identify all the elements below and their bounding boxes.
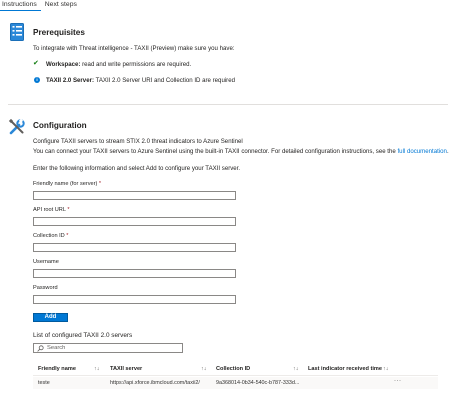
prereq-workspace-text: read and write permissions are required. (80, 61, 192, 68)
tab-bar: Instructions Next steps (0, 0, 450, 13)
form-intro: Enter the following information and sele… (33, 165, 241, 172)
required-marker: * (98, 181, 102, 187)
configuration-description-suffix: . (446, 148, 449, 155)
add-button[interactable]: Add (33, 313, 68, 322)
section-divider (8, 104, 448, 105)
prerequisites-title: Prerequisites (33, 28, 85, 37)
sort-friendly-name-icon[interactable]: ↑↓ (94, 366, 99, 372)
prereq-workspace: Workspace: read and write permissions ar… (46, 61, 191, 68)
api-root-url-input[interactable] (33, 217, 236, 226)
sort-collection-id-icon[interactable]: ↑↓ (293, 366, 298, 372)
tab-instructions[interactable]: Instructions (0, 0, 41, 11)
column-collection-id[interactable]: Collection ID (216, 366, 250, 372)
full-documentation-link[interactable]: full documentation (397, 148, 446, 155)
collection-id-label-text: Collection ID (33, 233, 65, 239)
configuration-description: You can connect your TAXII servers to Az… (33, 148, 449, 155)
prereq-taxii-text: TAXII 2.0 Server URI and Collection ID a… (93, 77, 235, 84)
password-label: Password (33, 285, 58, 291)
more-actions-icon[interactable]: ··· (394, 378, 402, 384)
info-icon: i (34, 77, 40, 83)
friendly-name-input[interactable] (33, 191, 236, 200)
prereq-workspace-label: Workspace: (46, 61, 81, 68)
column-friendly-name[interactable]: Friendly name (38, 366, 76, 372)
row-friendly-name: teste (38, 380, 50, 386)
configuration-heading: Configure TAXII servers to stream STIX 2… (33, 138, 243, 145)
checklist-icon (10, 23, 24, 43)
required-marker: * (67, 207, 70, 213)
sort-taxii-server-icon[interactable]: ↑↓ (201, 366, 206, 372)
column-last-indicator[interactable]: Last indicator received time (308, 366, 382, 372)
username-label: Username (33, 259, 59, 265)
row-taxii-server: https://api.xforce.ibmcloud.com/taxii2/ (110, 380, 200, 386)
table-header-divider (33, 375, 438, 376)
prereq-taxii-server: TAXII 2.0 Server: TAXII 2.0 Server URI a… (46, 77, 235, 84)
column-taxii-server[interactable]: TAXII server (110, 366, 142, 372)
search-input[interactable]: Search (47, 345, 65, 351)
friendly-name-label: Friendly name (for server) * (33, 181, 101, 187)
username-input[interactable] (33, 269, 236, 278)
password-input[interactable] (33, 295, 236, 304)
sort-last-indicator-icon[interactable]: ↑↓ (383, 366, 388, 372)
friendly-name-label-text: Friendly name (for server) (33, 181, 98, 187)
checkmark-icon: ✔ (33, 60, 39, 67)
configuration-description-text: You can connect your TAXII servers to Az… (33, 148, 398, 155)
prereq-taxii-label: TAXII 2.0 Server: (46, 77, 94, 84)
required-marker: * (66, 233, 69, 239)
api-root-url-label: API root URL * (33, 207, 70, 213)
servers-list-title: List of configured TAXII 2.0 servers (33, 332, 133, 339)
search-icon (37, 344, 44, 352)
api-root-url-label-text: API root URL (33, 207, 66, 213)
tools-icon (8, 118, 26, 138)
row-collection-id: 9a368014-0b34-540c-b787-333d... (216, 380, 300, 386)
collection-id-label: Collection ID * (33, 233, 68, 239)
collection-id-input[interactable] (33, 243, 236, 252)
prerequisites-intro: To integrate with Threat intelligence - … (33, 45, 235, 52)
configuration-title: Configuration (33, 121, 87, 130)
tab-next-steps[interactable]: Next steps (41, 0, 81, 10)
search-box[interactable]: Search (33, 343, 183, 353)
